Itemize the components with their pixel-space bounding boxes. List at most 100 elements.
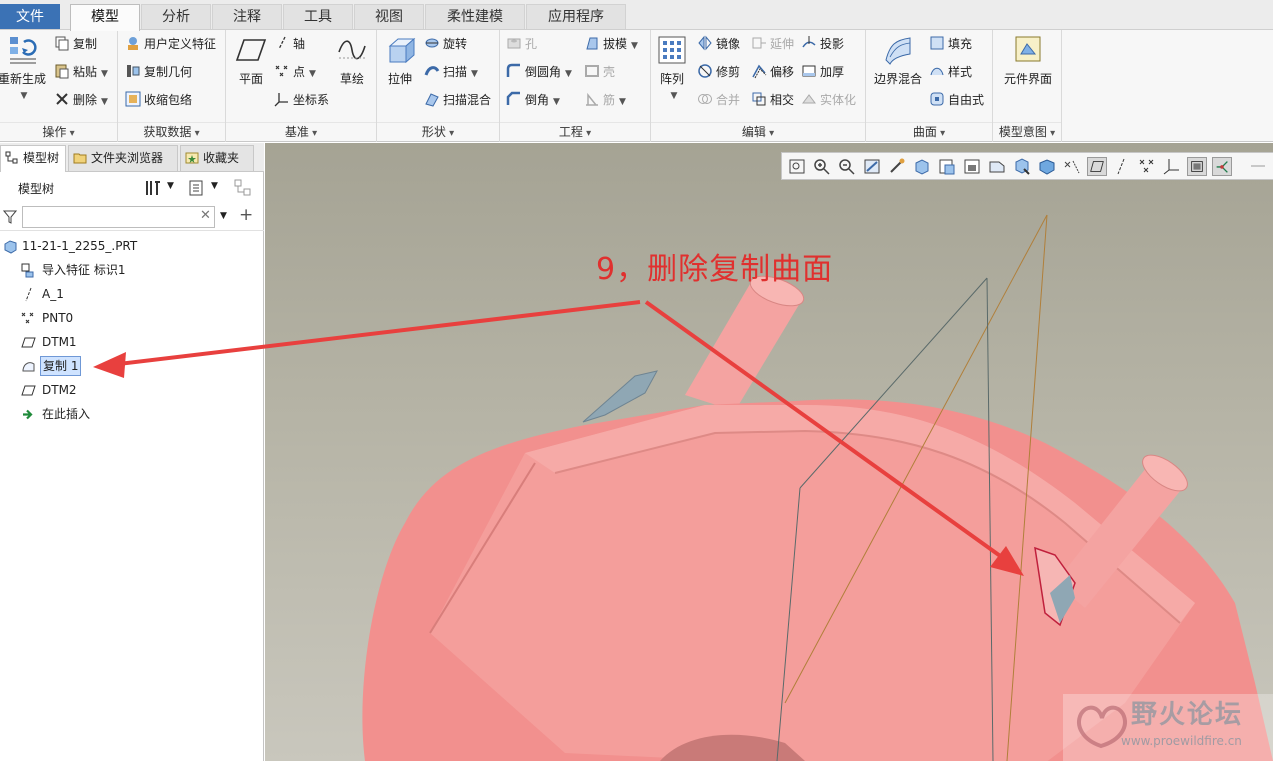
tab-applications[interactable]: 应用程序 bbox=[526, 4, 626, 29]
chevron-down-icon[interactable]: ▼ bbox=[671, 91, 678, 101]
model-render[interactable] bbox=[265, 143, 1273, 761]
visibility-display-icon[interactable] bbox=[1212, 157, 1232, 176]
group-label-surfaces[interactable]: 曲面 bbox=[866, 122, 992, 140]
chevron-down-icon[interactable]: ▼ bbox=[101, 69, 108, 79]
merge-button[interactable]: 合并 bbox=[697, 89, 740, 111]
plane-tag-display-icon[interactable] bbox=[1062, 157, 1082, 176]
regenerate-button[interactable]: 重新生成 ▼ bbox=[0, 34, 52, 101]
intersect-button[interactable]: 相交 bbox=[751, 89, 794, 111]
group-label-engineering[interactable]: 工程 bbox=[500, 122, 650, 140]
tab-favorites[interactable]: 收藏夹 bbox=[180, 145, 254, 171]
hole-button[interactable]: 孔 bbox=[506, 33, 537, 55]
tab-flexible-modeling[interactable]: 柔性建模 bbox=[425, 4, 525, 29]
mirror-button[interactable]: 镜像 bbox=[697, 33, 740, 55]
refit-icon[interactable] bbox=[787, 157, 807, 176]
filter-icon[interactable] bbox=[3, 210, 17, 224]
group-label-operations[interactable]: 操作 bbox=[0, 122, 117, 140]
group-label-edit[interactable]: 编辑 bbox=[651, 122, 865, 140]
sweep-button[interactable]: 扫描 ▼ bbox=[424, 61, 478, 83]
repaint-icon[interactable] bbox=[862, 157, 882, 176]
chevron-down-icon[interactable]: ▼ bbox=[220, 211, 227, 221]
saved-orientations-icon[interactable] bbox=[937, 157, 957, 176]
tree-search-input[interactable] bbox=[22, 206, 215, 228]
point-button[interactable]: 点 ▼ bbox=[274, 61, 316, 83]
chevron-down-icon[interactable]: ▼ bbox=[309, 69, 316, 79]
point-display-icon[interactable] bbox=[1137, 157, 1157, 176]
axis-button[interactable]: 轴 bbox=[274, 33, 305, 55]
tree-item-axis[interactable]: A_1 bbox=[0, 283, 200, 305]
udf-button[interactable]: 用户定义特征 bbox=[125, 33, 216, 55]
copy-geometry-button[interactable]: 复制几何 bbox=[125, 61, 192, 83]
group-label-get-data[interactable]: 获取数据 bbox=[118, 122, 225, 140]
tab-model-tree[interactable]: 模型树 bbox=[0, 145, 66, 172]
group-label-datum[interactable]: 基准 bbox=[226, 122, 376, 140]
tree-show-icon[interactable] bbox=[188, 179, 204, 197]
tree-settings-icon[interactable] bbox=[144, 179, 162, 197]
extrude-button[interactable]: 拉伸 bbox=[373, 34, 427, 87]
shrinkwrap-button[interactable]: 收缩包络 bbox=[125, 89, 192, 111]
round-button[interactable]: 倒圆角 ▼ bbox=[506, 61, 572, 83]
group-label-model-intent[interactable]: 模型意图 bbox=[993, 122, 1061, 140]
project-button[interactable]: 投影 bbox=[801, 33, 844, 55]
chevron-down-icon[interactable]: ▼ bbox=[619, 97, 626, 107]
chevron-down-icon[interactable]: ▼ bbox=[471, 69, 478, 79]
tree-columns-icon[interactable] bbox=[234, 179, 252, 197]
sketch-button[interactable]: 草绘 bbox=[327, 34, 377, 87]
tree-item-import-feature[interactable]: 导入特征 标识1 bbox=[0, 259, 200, 281]
thicken-button[interactable]: 加厚 bbox=[801, 61, 844, 83]
component-interface-button[interactable]: 元件界面 bbox=[997, 34, 1059, 87]
csys-button[interactable]: 坐标系 bbox=[274, 89, 329, 111]
perspective-icon[interactable] bbox=[987, 157, 1007, 176]
clear-search-icon[interactable]: ✕ bbox=[200, 208, 211, 223]
plane-button[interactable]: 平面 bbox=[224, 34, 278, 87]
solidify-button[interactable]: 实体化 bbox=[801, 89, 856, 111]
offset-button[interactable]: 偏移 bbox=[751, 61, 794, 83]
axis-display-icon[interactable] bbox=[1112, 157, 1132, 176]
tab-view[interactable]: 视图 bbox=[354, 4, 424, 29]
tab-file[interactable]: 文件 bbox=[0, 4, 60, 29]
tree-item-insert-here[interactable]: 在此插入 bbox=[0, 403, 200, 425]
pattern-button[interactable]: 阵列 ▼ bbox=[647, 34, 697, 101]
tree-item-dtm1[interactable]: DTM1 bbox=[0, 331, 200, 353]
tab-annotate[interactable]: 注释 bbox=[212, 4, 282, 29]
boundary-blend-button[interactable]: 边界混合 bbox=[870, 34, 926, 87]
revolve-button[interactable]: 旋转 bbox=[424, 33, 467, 55]
spin-center-display-icon[interactable] bbox=[1187, 157, 1207, 176]
spin-center-icon[interactable] bbox=[887, 157, 907, 176]
chevron-down-icon[interactable]: ▼ bbox=[101, 97, 108, 107]
trim-button[interactable]: 修剪 bbox=[697, 61, 740, 83]
zoom-in-icon[interactable] bbox=[812, 157, 832, 176]
group-label-shapes[interactable]: 形状 bbox=[377, 122, 499, 140]
view-manager-icon[interactable] bbox=[962, 157, 982, 176]
tree-item-copy-1[interactable]: 复制 1 bbox=[0, 355, 200, 377]
tab-model[interactable]: 模型 bbox=[70, 4, 140, 31]
graphics-viewport[interactable]: 野火论坛 www.proewildfire.cn 9，删除复制曲面 bbox=[265, 143, 1273, 761]
chamfer-button[interactable]: 倒角 ▼ bbox=[506, 89, 560, 111]
copy-button[interactable]: 复制 bbox=[54, 33, 97, 55]
csys-display-icon[interactable] bbox=[1162, 157, 1182, 176]
more-tools-icon[interactable] bbox=[1248, 157, 1268, 176]
tree-item-point[interactable]: PNT0 bbox=[0, 307, 200, 329]
rib-button[interactable]: 筋 ▼ bbox=[584, 89, 626, 111]
tree-item-dtm2[interactable]: DTM2 bbox=[0, 379, 200, 401]
fill-button[interactable]: 填充 bbox=[929, 33, 972, 55]
chevron-down-icon[interactable]: ▼ bbox=[565, 69, 572, 79]
plane-display-icon[interactable] bbox=[1087, 157, 1107, 176]
annotation-display-icon[interactable] bbox=[1012, 157, 1032, 176]
tab-tools[interactable]: 工具 bbox=[283, 4, 353, 29]
delete-button[interactable]: 删除 ▼ bbox=[54, 89, 108, 111]
tab-folder-browser[interactable]: 文件夹浏览器 bbox=[68, 145, 178, 171]
tab-analysis[interactable]: 分析 bbox=[141, 4, 211, 29]
extend-button[interactable]: 延伸 bbox=[751, 33, 794, 55]
chevron-down-icon[interactable]: ▼ bbox=[553, 97, 560, 107]
paste-button[interactable]: 粘贴 ▼ bbox=[54, 61, 108, 83]
display-style-icon[interactable] bbox=[912, 157, 932, 176]
add-icon[interactable]: + bbox=[239, 205, 253, 225]
swept-blend-button[interactable]: 扫描混合 bbox=[424, 89, 491, 111]
freestyle-button[interactable]: 自由式 bbox=[929, 89, 984, 111]
tree-item-root-part[interactable]: 11-21-1_2255_.PRT bbox=[0, 235, 200, 257]
draft-button[interactable]: 拔模 ▼ bbox=[584, 33, 638, 55]
zoom-out-icon[interactable] bbox=[837, 157, 857, 176]
shell-button[interactable]: 壳 bbox=[584, 61, 615, 83]
appearance-icon[interactable] bbox=[1037, 157, 1057, 176]
